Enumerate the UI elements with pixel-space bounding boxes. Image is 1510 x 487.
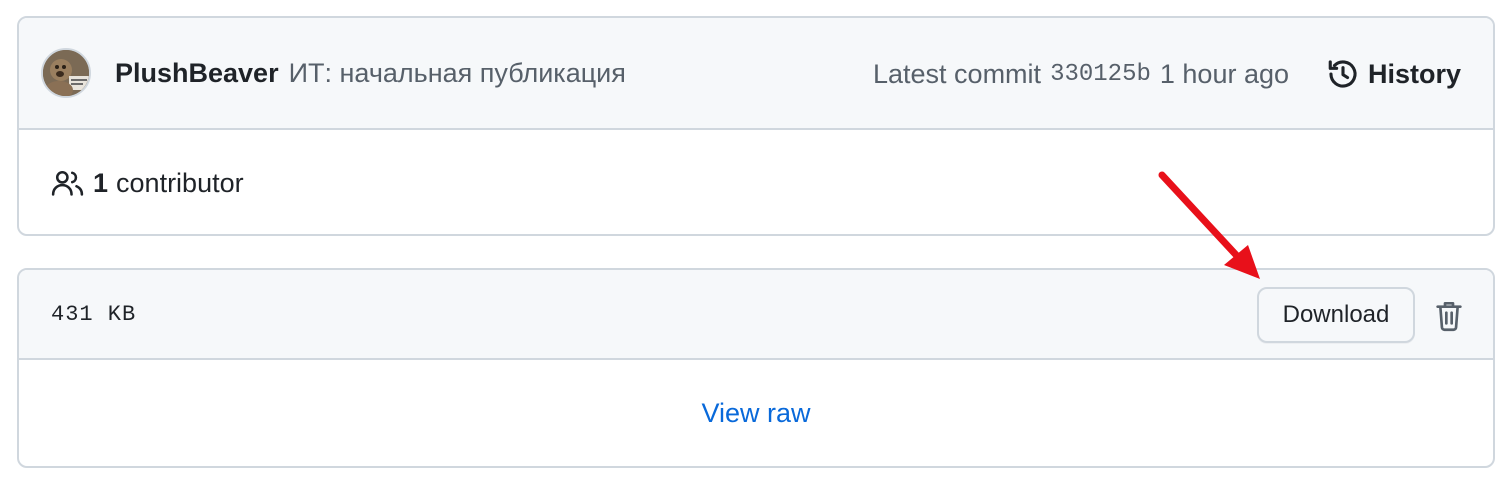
- commit-meta: Latest commit 330125b 1 hour ago: [873, 18, 1289, 130]
- commit-box: PlushBeaver ИТ: начальная публикация Lat…: [17, 16, 1495, 236]
- latest-commit-label: Latest commit: [873, 58, 1042, 89]
- history-label: History: [1367, 58, 1461, 89]
- contributor-label: contributor: [116, 167, 244, 198]
- avatar-image: [43, 50, 89, 96]
- contributors-row[interactable]: 1 contributor: [19, 130, 1493, 234]
- avatar[interactable]: [41, 48, 91, 98]
- people-icon: [51, 170, 84, 196]
- commit-message[interactable]: ИТ: начальная публикация: [289, 58, 626, 89]
- file-size: 431 KB: [51, 301, 137, 327]
- commit-author[interactable]: PlushBeaver: [115, 58, 279, 89]
- view-raw-link[interactable]: View raw: [701, 398, 810, 429]
- file-header: 431 KB Download: [19, 270, 1493, 360]
- commit-time: 1 hour ago: [1159, 58, 1289, 89]
- file-body: View raw: [19, 360, 1493, 466]
- download-button[interactable]: Download: [1257, 287, 1415, 343]
- trash-icon: [1436, 302, 1462, 332]
- contributor-count: 1: [93, 167, 109, 198]
- history-button[interactable]: History: [1326, 18, 1461, 130]
- commit-sha[interactable]: 330125b: [1050, 61, 1151, 88]
- file-box: 431 KB Download View raw: [17, 268, 1495, 468]
- delete-button[interactable]: [1429, 296, 1469, 336]
- commit-header: PlushBeaver ИТ: начальная публикация Lat…: [19, 18, 1493, 130]
- history-icon: [1328, 60, 1357, 88]
